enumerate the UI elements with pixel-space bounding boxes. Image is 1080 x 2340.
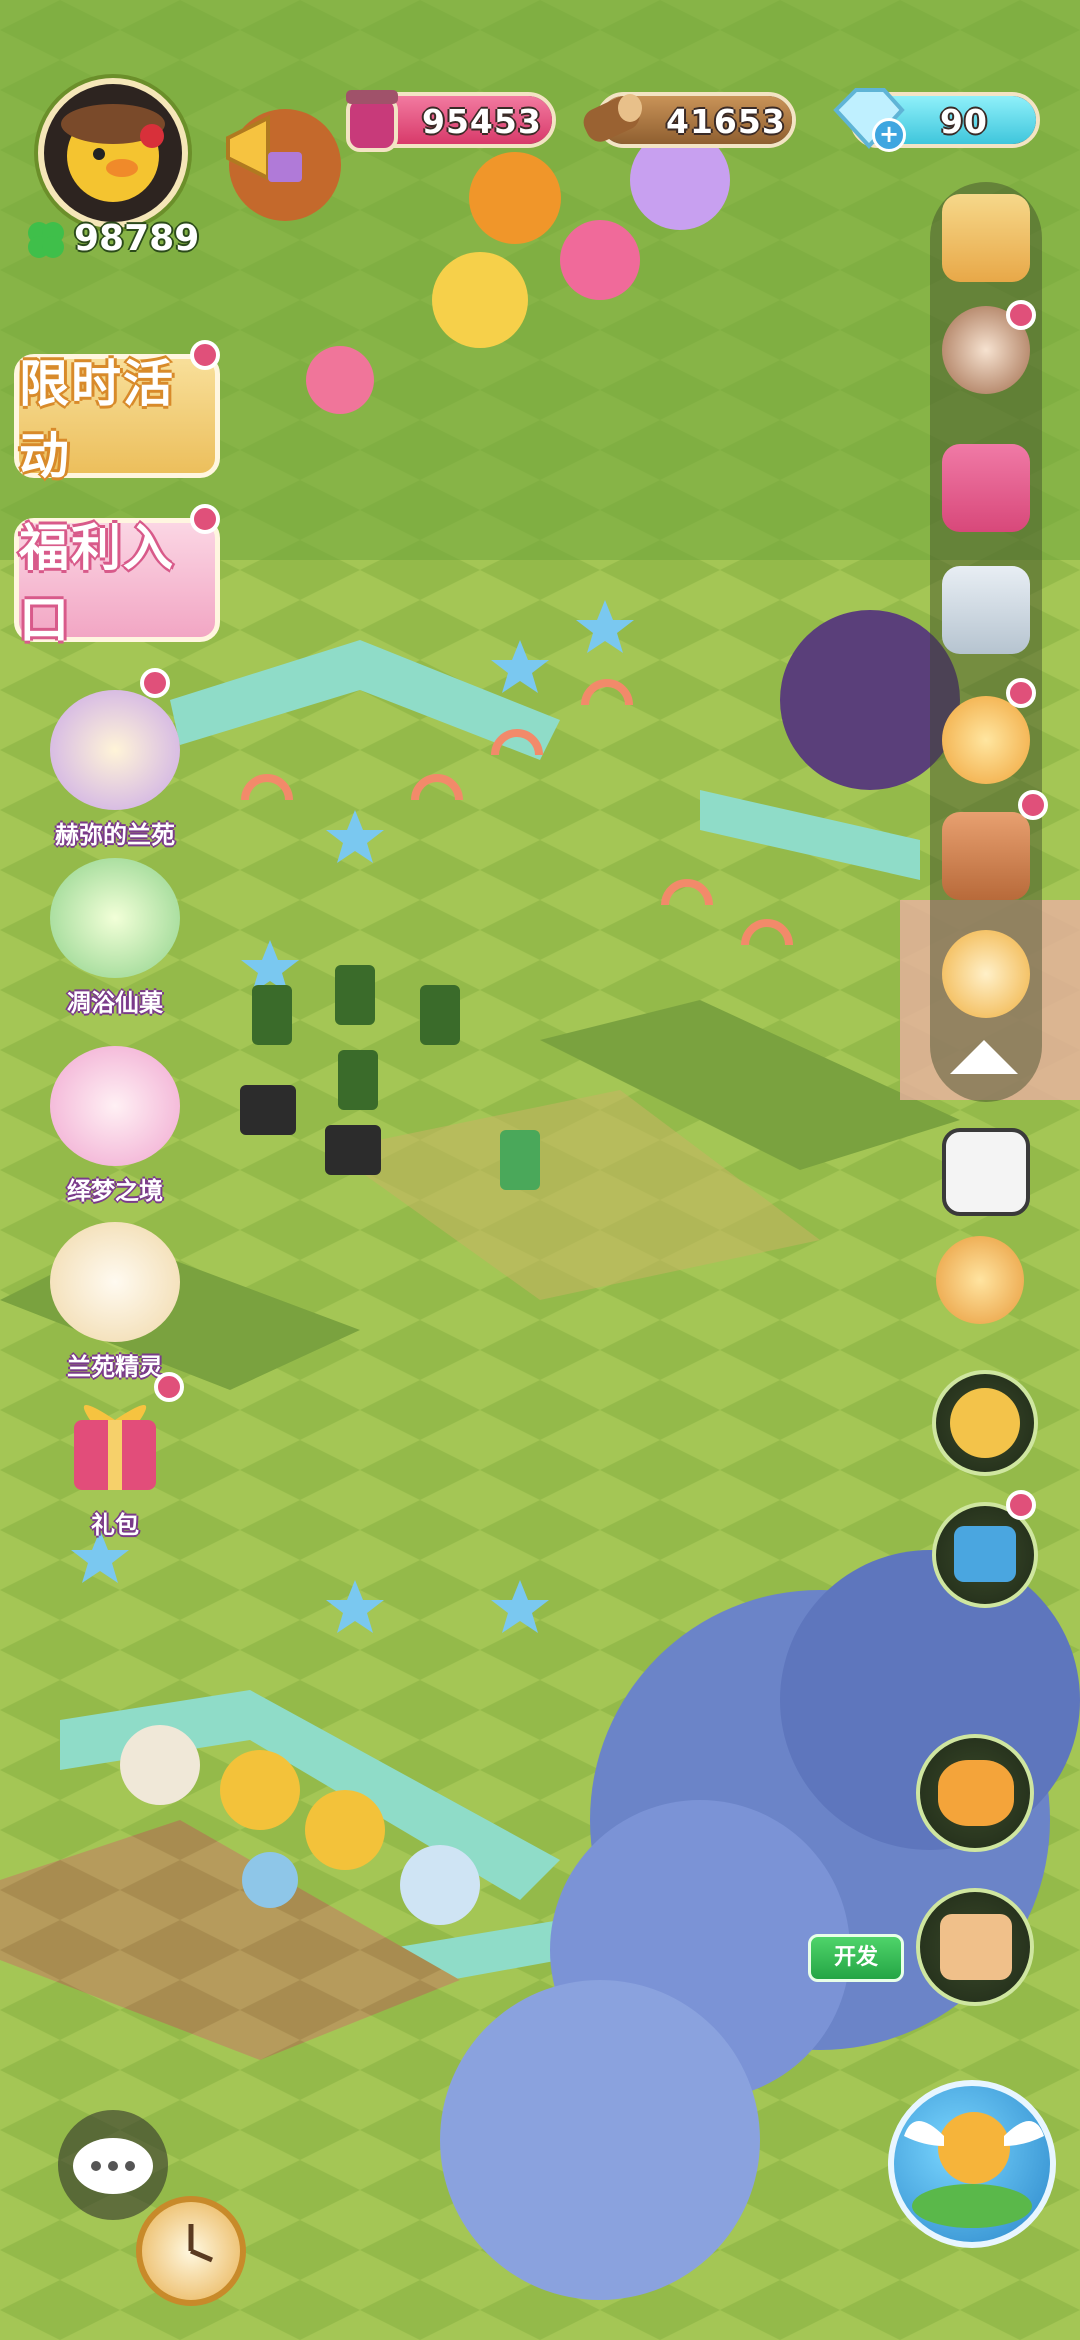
dream-realm-art-icon [50,1046,180,1166]
collapse-arrow-icon[interactable] [950,1040,1018,1074]
gold-bag-icon [950,1388,1020,1458]
event-hermi-garden[interactable]: 赫弥的兰苑 [30,690,200,850]
remote-icon [942,566,1030,654]
recipe-book-button[interactable] [936,806,1036,906]
shop-button[interactable] [936,188,1036,288]
event-label: 绎梦之境 [67,1177,163,1205]
shop-stall-icon [942,194,1030,282]
gift-pack-button[interactable]: 礼包 [30,1380,200,1540]
event-fairy-fruit[interactable]: 凋浴仙菓 [30,858,200,1018]
recipe-book-icon [942,812,1030,900]
dev-button[interactable]: 开发 [808,1934,904,1982]
wood-log-icon [583,94,642,142]
gift-notification-dot [154,1372,184,1402]
qa-button[interactable] [936,924,1036,1024]
tv-icon [954,1526,1016,1582]
jam-jar-icon [346,90,398,152]
welfare-banner[interactable]: 福利入口 [14,518,220,649]
winged-chick-globe-icon [904,2112,1044,2228]
garden-spirit-art-icon [50,1222,180,1342]
fairy-fruit-art-icon [50,858,180,978]
jam-count: 95453 [422,102,542,141]
compass-icon [188,2224,213,2263]
event-label: 赫弥的兰苑 [55,821,175,849]
welfare-notification-dot [190,504,220,534]
tv-notification-dot [1006,1490,1036,1520]
friends-notification-dot [1006,300,1036,330]
wood-count: 41653 [666,102,786,141]
diary-button[interactable] [916,1888,1034,2006]
limited-event-label: 限时活动 [19,355,175,485]
remote-control-button[interactable] [936,560,1036,660]
event-dream-realm[interactable]: 绎梦之境 [30,1046,200,1206]
add-gems-button[interactable]: + [872,118,906,152]
clover-count: 98789 [74,218,200,259]
qa-chick-icon [942,930,1030,1018]
recipe-notification-dot [1018,790,1048,820]
dev-button-label: 开发 [833,1945,878,1970]
event-garden-spirit[interactable]: 兰苑精灵 [30,1222,200,1382]
event-label: 礼包 [91,1511,139,1539]
camera-button[interactable] [936,1122,1036,1222]
owl-diary-icon [940,1914,1012,1980]
book-icon [942,444,1030,532]
chicks-heart-icon [938,1760,1014,1826]
phone-exchange-icon [936,1236,1024,1324]
compass-clock-button[interactable] [136,2196,246,2306]
duck-avatar-icon [61,104,165,202]
camera-icon [942,1128,1030,1216]
gem-count: 90 [940,102,988,141]
hermi-garden-art-icon [50,690,180,810]
welfare-label: 福利入口 [19,519,175,649]
clover-icon [28,222,64,258]
limited-event-notification-dot [190,340,220,370]
player-avatar[interactable] [38,78,188,228]
event-notification-dot [140,668,170,698]
megaphone-icon [226,114,302,182]
plus-icon: + [878,120,900,148]
treasure-bag-button[interactable] [932,1370,1038,1476]
guidebook-button[interactable] [936,438,1036,538]
world-map-button[interactable] [888,2080,1056,2248]
chicks-social-button[interactable] [916,1734,1034,1852]
wand-notification-dot [1006,678,1036,708]
exchange-button[interactable] [930,1230,1030,1330]
chick-wand-icon [942,696,1030,784]
announcement-button[interactable] [218,108,314,188]
event-label: 凋浴仙菓 [67,989,163,1017]
limited-event-banner[interactable]: 限时活动 [14,354,220,485]
